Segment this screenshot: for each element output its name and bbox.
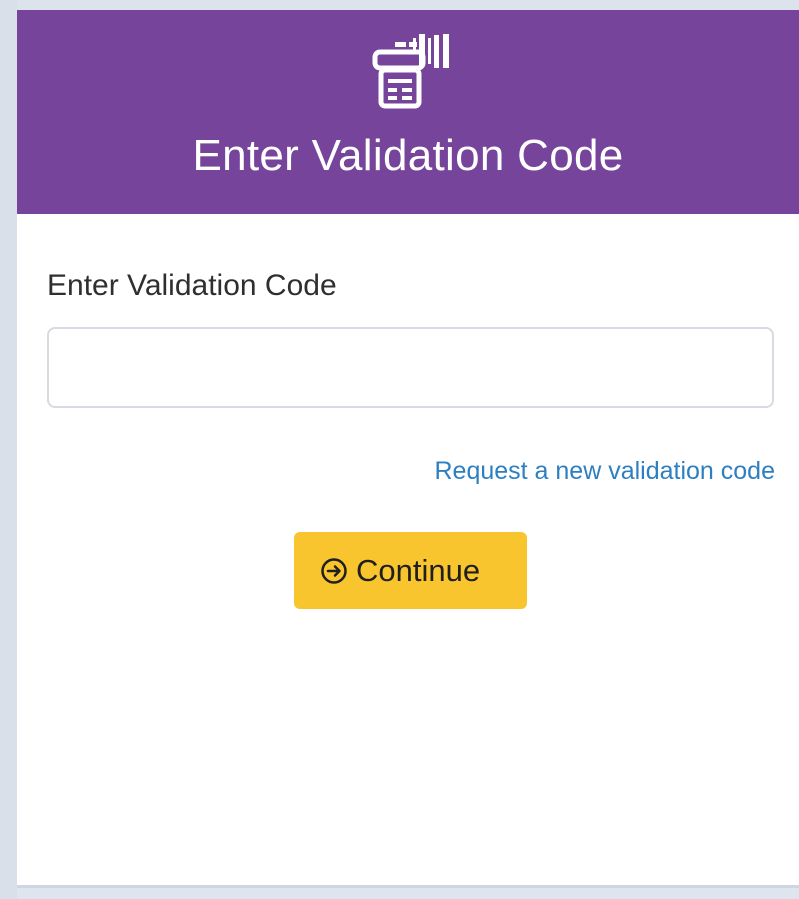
request-new-validation-code-link[interactable]: Request a new validation code [434, 456, 775, 486]
continue-button[interactable]: Continue [294, 532, 527, 609]
validation-code-input[interactable] [47, 327, 774, 408]
card-header: Enter Validation Code [17, 10, 799, 214]
validation-code-label: Enter Validation Code [47, 269, 337, 302]
validation-page: Enter Validation Code Enter Validation C… [0, 0, 799, 899]
validation-card: Enter Validation Code Enter Validation C… [17, 10, 799, 888]
continue-button-label: Continue [356, 553, 481, 588]
receipt-printer-icon [372, 34, 449, 109]
arrow-circle-right-icon [321, 557, 347, 584]
page-top-background [17, 0, 799, 10]
page-left-background [0, 0, 17, 899]
page-title: Enter Validation Code [192, 131, 624, 180]
